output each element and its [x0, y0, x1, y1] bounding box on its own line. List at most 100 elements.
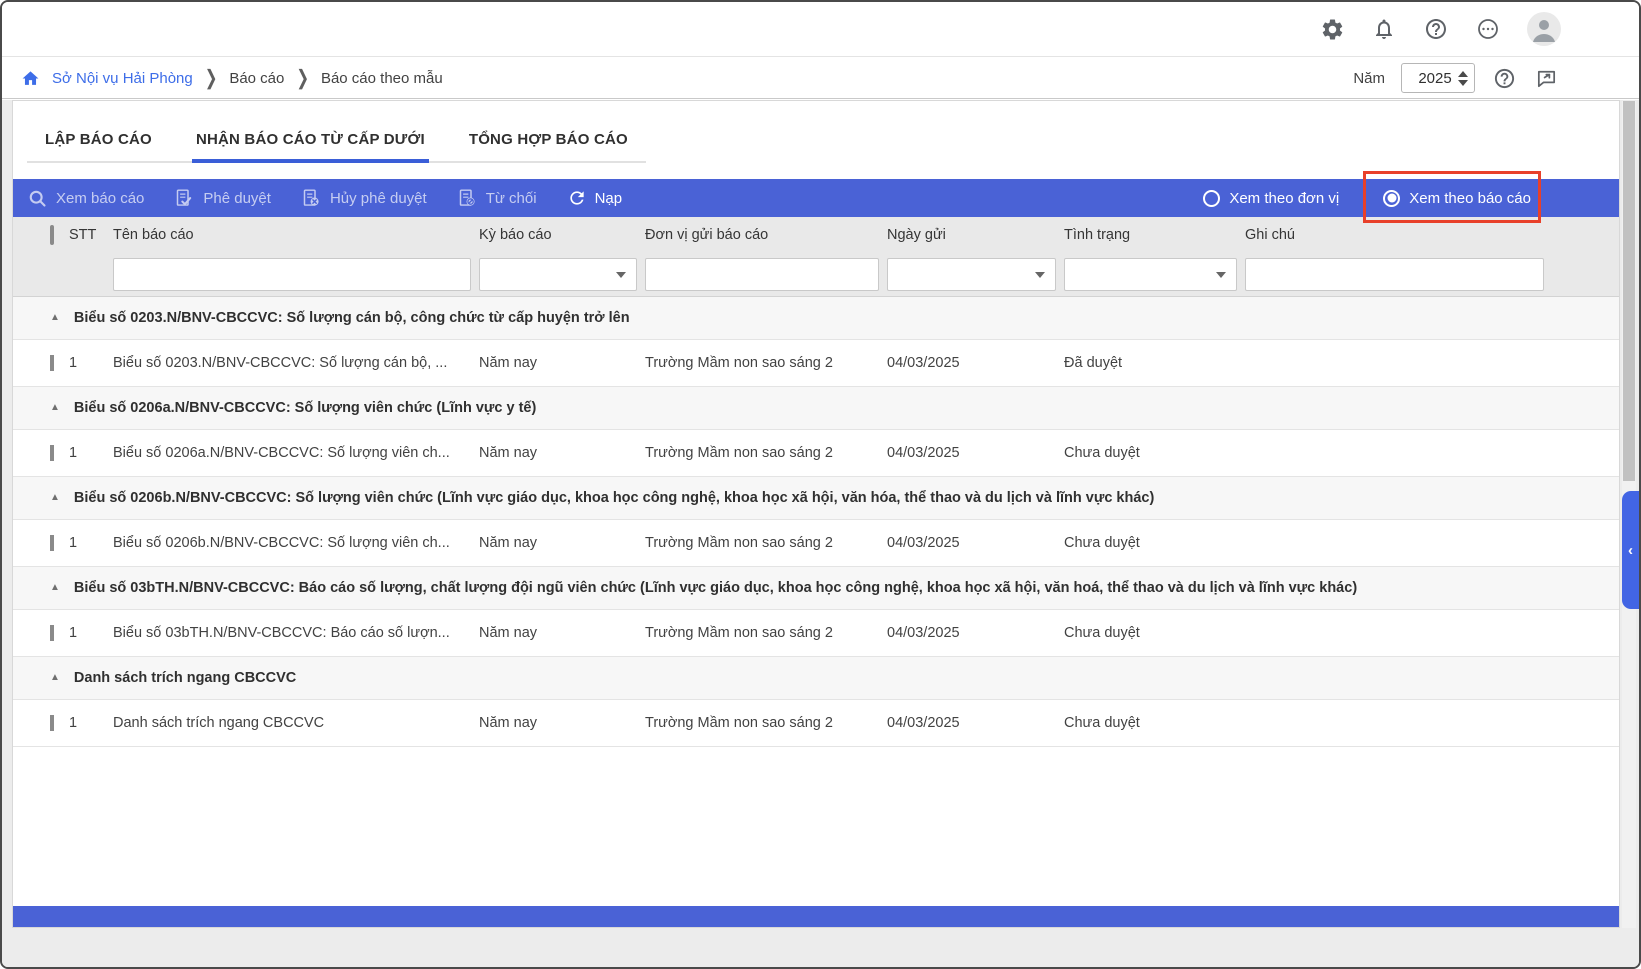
main-panel: LẬP BÁO CÁO NHẬN BÁO CÁO TỪ CẤP DƯỚI TỔN…: [12, 100, 1620, 928]
tab-lap-bao-cao[interactable]: LẬP BÁO CÁO: [41, 119, 156, 161]
row-unit: Trường Mầm non sao sáng 2: [645, 535, 833, 551]
view-by-report-radio[interactable]: Xem theo báo cáo: [1383, 189, 1531, 207]
view-by-unit-radio[interactable]: Xem theo đơn vị: [1203, 189, 1339, 207]
group-title: Biểu số 0206a.N/BNV-CBCCVC: Số lượng viê…: [73, 400, 537, 416]
help-icon[interactable]: [1423, 16, 1449, 42]
filter-ngay-gui-select[interactable]: [887, 258, 1056, 291]
cancel-approve-button[interactable]: Hủy phê duyệt: [301, 188, 427, 209]
collapse-arrow-icon[interactable]: ▲: [50, 583, 60, 593]
row-report-name: Biểu số 0206a.N/BNV-CBCCVC: Số lượng viê…: [113, 445, 450, 461]
breadcrumb-bar: Sở Nội vụ Hải Phòng ❯ Báo cáo ❯ Báo cáo …: [2, 58, 1639, 99]
bottom-bar: [13, 906, 1619, 927]
settings-icon[interactable]: [1319, 16, 1345, 42]
reject-button[interactable]: Từ chối: [457, 188, 537, 209]
row-report-name: Biểu số 0206b.N/BNV-CBCCVC: Số lượng viê…: [113, 535, 450, 551]
table-row[interactable]: 1 Biểu số 0203.N/BNV-CBCCVC: Số lượng cá…: [13, 340, 1619, 387]
group-title: Biểu số 0203.N/BNV-CBCCVC: Số lượng cán …: [73, 310, 630, 326]
home-icon[interactable]: [20, 68, 40, 88]
breadcrumb-item-bao-cao[interactable]: Báo cáo: [229, 70, 284, 87]
row-checkbox[interactable]: [50, 355, 54, 371]
row-stt: 1: [69, 715, 78, 731]
select-all-checkbox[interactable]: [50, 225, 54, 245]
reload-button[interactable]: Nạp: [567, 188, 622, 208]
breadcrumb-separator-icon: ❯: [296, 67, 309, 91]
row-date: 04/03/2025: [887, 445, 960, 461]
row-status: Chưa duyệt: [1064, 535, 1140, 551]
breadcrumb-home-link[interactable]: Sở Nội vụ Hải Phòng: [52, 70, 193, 87]
table-filter-row: [13, 253, 1619, 297]
row-period: Năm nay: [479, 445, 538, 461]
table-row[interactable]: 1 Biểu số 0206b.N/BNV-CBCCVC: Số lượng v…: [13, 520, 1619, 567]
notifications-icon[interactable]: [1371, 16, 1397, 42]
row-date: 04/03/2025: [887, 625, 960, 641]
filter-don-vi-input[interactable]: [645, 258, 879, 291]
approve-button[interactable]: Phê duyệt: [174, 188, 271, 209]
group-title: Biểu số 03bTH.N/BNV-CBCCVC: Báo cáo số l…: [73, 580, 1358, 596]
column-header-ngay-gui[interactable]: Ngày gửi: [887, 227, 1064, 243]
chevron-down-icon: [1216, 271, 1226, 278]
feedback-chat-icon[interactable]: [1533, 65, 1559, 91]
year-spinner-arrows[interactable]: [1458, 70, 1468, 86]
content-area: LẬP BÁO CÁO NHẬN BÁO CÁO TỪ CẤP DƯỚI TỔN…: [2, 100, 1639, 967]
row-status: Chưa duyệt: [1064, 445, 1140, 461]
table-row[interactable]: 1 Biểu số 0206a.N/BNV-CBCCVC: Số lượng v…: [13, 430, 1619, 477]
refresh-icon: [567, 188, 587, 208]
table-row[interactable]: 1 Danh sách trích ngang CBCCVC Năm nay T…: [13, 700, 1619, 747]
search-icon: [27, 188, 48, 209]
collapse-arrow-icon[interactable]: ▲: [50, 493, 60, 503]
column-header-ghi-chu[interactable]: Ghi chú: [1245, 227, 1619, 243]
collapse-arrow-icon[interactable]: ▲: [50, 673, 60, 683]
help-circle-icon[interactable]: [1491, 65, 1517, 91]
tab-nhan-bao-cao-tu-cap-duoi[interactable]: NHẬN BÁO CÁO TỪ CẤP DƯỚI: [191, 119, 429, 163]
collapse-arrow-icon[interactable]: ▲: [50, 403, 60, 413]
row-period: Năm nay: [479, 625, 538, 641]
column-header-ten-bao-cao[interactable]: Tên báo cáo: [113, 227, 479, 243]
scrollbar-thumb[interactable]: [1623, 101, 1635, 481]
group-row[interactable]: ▲ Biểu số 0206a.N/BNV-CBCCVC: Số lượng v…: [13, 387, 1619, 430]
more-options-icon[interactable]: [1475, 16, 1501, 42]
group-row[interactable]: ▲ Biểu số 03bTH.N/BNV-CBCCVC: Báo cáo số…: [13, 567, 1619, 610]
row-status: Đã duyệt: [1064, 355, 1123, 371]
year-spinner[interactable]: 2025: [1401, 63, 1475, 93]
tab-tong-hop-bao-cao[interactable]: TỔNG HỢP BÁO CÁO: [465, 119, 632, 161]
breadcrumb: Sở Nội vụ Hải Phòng ❯ Báo cáo ❯ Báo cáo …: [20, 67, 443, 91]
column-header-don-vi[interactable]: Đơn vị gửi báo cáo: [645, 227, 887, 243]
row-stt: 1: [69, 445, 78, 461]
table-body: ▲ Biểu số 0203.N/BNV-CBCCVC: Số lượng cá…: [13, 297, 1619, 747]
tab-bar: LẬP BÁO CÁO NHẬN BÁO CÁO TỪ CẤP DƯỚI TỔN…: [27, 119, 646, 163]
filter-ghi-chu-input[interactable]: [1245, 258, 1544, 291]
column-header-stt[interactable]: STT: [55, 227, 113, 243]
table-row[interactable]: 1 Biểu số 03bTH.N/BNV-CBCCVC: Báo cáo số…: [13, 610, 1619, 657]
row-checkbox[interactable]: [50, 445, 54, 461]
group-row[interactable]: ▲ Danh sách trích ngang CBCCVC: [13, 657, 1619, 700]
row-status: Chưa duyệt: [1064, 715, 1140, 731]
view-report-button[interactable]: Xem báo cáo: [27, 188, 144, 209]
radio-checked-icon: [1383, 189, 1401, 207]
row-period: Năm nay: [479, 355, 538, 371]
filter-ten-bao-cao-input[interactable]: [113, 258, 471, 291]
group-title: Biểu số 0206b.N/BNV-CBCCVC: Số lượng viê…: [73, 490, 1155, 506]
year-value[interactable]: 2025: [1412, 70, 1458, 87]
collapse-arrow-icon[interactable]: ▲: [50, 313, 60, 323]
row-date: 04/03/2025: [887, 715, 960, 731]
row-date: 04/03/2025: [887, 355, 960, 371]
row-checkbox[interactable]: [50, 625, 54, 641]
row-report-name: Danh sách trích ngang CBCCVC: [113, 715, 325, 731]
row-checkbox[interactable]: [50, 715, 54, 731]
row-stt: 1: [69, 355, 78, 371]
row-checkbox[interactable]: [50, 535, 54, 551]
filter-ky-bao-cao-select[interactable]: [479, 258, 637, 291]
group-row[interactable]: ▲ Biểu số 0206b.N/BNV-CBCCVC: Số lượng v…: [13, 477, 1619, 520]
filter-tinh-trang-select[interactable]: [1064, 258, 1237, 291]
user-avatar[interactable]: [1527, 12, 1561, 46]
column-header-ky-bao-cao[interactable]: Kỳ báo cáo: [479, 227, 645, 243]
column-header-tinh-trang[interactable]: Tình trạng: [1064, 227, 1245, 243]
table-header-row: STT Tên báo cáo Kỳ báo cáo Đơn vị gửi bá…: [13, 217, 1619, 253]
breadcrumb-separator-icon: ❯: [204, 67, 218, 91]
row-unit: Trường Mầm non sao sáng 2: [645, 355, 833, 371]
row-status: Chưa duyệt: [1064, 625, 1140, 641]
collapse-panel-tab[interactable]: ‹: [1622, 491, 1639, 609]
group-row[interactable]: ▲ Biểu số 0203.N/BNV-CBCCVC: Số lượng cá…: [13, 297, 1619, 340]
row-report-name: Biểu số 03bTH.N/BNV-CBCCVC: Báo cáo số l…: [113, 625, 450, 641]
top-bar: [2, 2, 1639, 57]
